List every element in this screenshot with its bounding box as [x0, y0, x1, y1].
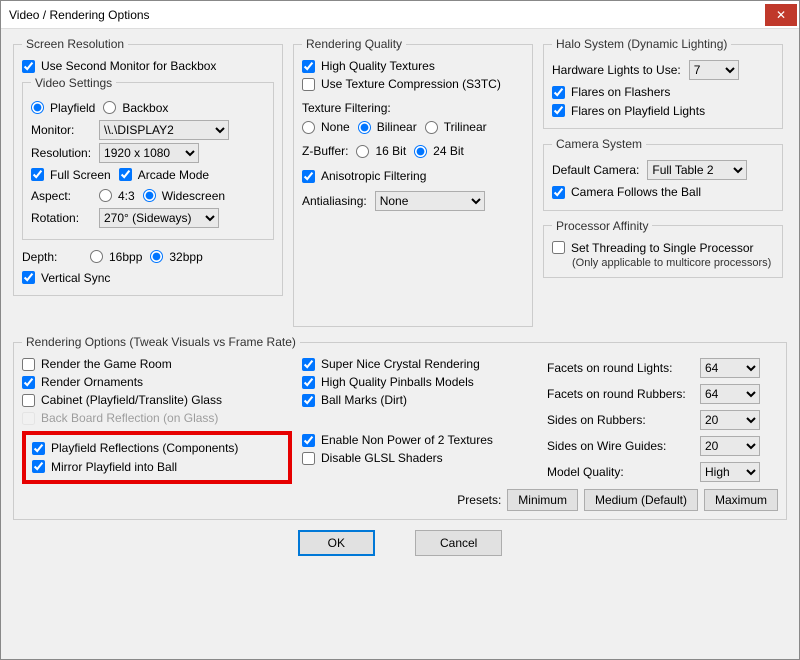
mirror-playfield-ball-checkbox[interactable]: Mirror Playfield into Ball [32, 460, 177, 474]
rendering-quality-legend: Rendering Quality [302, 37, 406, 51]
arcade-mode-checkbox[interactable]: Arcade Mode [119, 168, 209, 182]
depth-32-radio[interactable]: 32bpp [150, 250, 202, 264]
texture-compression-checkbox[interactable]: Use Texture Compression (S3TC) [302, 77, 524, 91]
hq-pinballs-checkbox[interactable]: High Quality Pinballs Models [302, 375, 537, 389]
tf-bilinear-radio[interactable]: Bilinear [358, 120, 417, 134]
zbuffer-label: Z-Buffer: [302, 144, 348, 158]
zb-24-radio[interactable]: 24 Bit [414, 144, 464, 158]
video-settings-legend: Video Settings [31, 76, 116, 90]
disable-glsl-checkbox[interactable]: Disable GLSL Shaders [302, 451, 537, 465]
flares-flashers-checkbox[interactable]: Flares on Flashers [552, 85, 670, 99]
titlebar: Video / Rendering Options ✕ [1, 1, 799, 29]
facets-rubbers-select[interactable]: 64 [700, 384, 760, 404]
antialiasing-label: Antialiasing: [302, 194, 367, 208]
processor-affinity-group: Processor Affinity Set Threading to Sing… [543, 219, 783, 279]
video-rendering-options-dialog: Video / Rendering Options ✕ Screen Resol… [0, 0, 800, 660]
cancel-button[interactable]: Cancel [415, 530, 502, 556]
facets-lights-label: Facets on round Lights: [547, 361, 692, 375]
preset-minimum-button[interactable]: Minimum [507, 489, 578, 511]
sides-wire-select[interactable]: 20 [700, 436, 760, 456]
crystal-rendering-checkbox[interactable]: Super Nice Crystal Rendering [302, 357, 537, 371]
render-ornaments-checkbox[interactable]: Render Ornaments [22, 375, 292, 389]
resolution-select[interactable]: 1920 x 1080 [99, 143, 199, 163]
anisotropic-checkbox[interactable]: Anisotropic Filtering [302, 169, 524, 183]
rotation-select[interactable]: 270° (Sideways) [99, 208, 219, 228]
halo-system-group: Halo System (Dynamic Lighting) Hardware … [543, 37, 783, 129]
cabinet-glass-checkbox[interactable]: Cabinet (Playfield/Translite) Glass [22, 393, 292, 407]
sides-rubbers-label: Sides on Rubbers: [547, 413, 692, 427]
flares-playfield-checkbox[interactable]: Flares on Playfield Lights [552, 104, 705, 118]
npot-textures-checkbox[interactable]: Enable Non Power of 2 Textures [302, 433, 537, 447]
video-settings-group: Video Settings Playfield Backbox Monitor… [22, 76, 274, 240]
playfield-radio[interactable]: Playfield [31, 101, 95, 115]
single-processor-checkbox[interactable]: Set Threading to Single Processor [552, 241, 754, 255]
screen-resolution-group: Screen Resolution Use Second Monitor for… [13, 37, 283, 296]
tf-trilinear-radio[interactable]: Trilinear [425, 120, 487, 134]
rendering-options-group: Rendering Options (Tweak Visuals vs Fram… [13, 335, 787, 520]
monitor-label: Monitor: [31, 123, 91, 137]
affinity-legend: Processor Affinity [552, 219, 652, 233]
close-icon: ✕ [776, 8, 786, 22]
ball-marks-checkbox[interactable]: Ball Marks (Dirt) [302, 393, 537, 407]
affinity-note: (Only applicable to multicore processors… [552, 257, 774, 269]
presets-label: Presets: [457, 493, 501, 507]
sides-rubbers-select[interactable]: 20 [700, 410, 760, 430]
preset-maximum-button[interactable]: Maximum [704, 489, 778, 511]
model-quality-select[interactable]: High [700, 462, 760, 482]
default-camera-label: Default Camera: [552, 163, 639, 177]
texture-filter-label: Texture Filtering: [302, 101, 524, 115]
ok-button[interactable]: OK [298, 530, 375, 556]
aspect-43-radio[interactable]: 4:3 [99, 189, 135, 203]
tf-none-radio[interactable]: None [302, 120, 350, 134]
hw-lights-label: Hardware Lights to Use: [552, 63, 681, 77]
model-quality-label: Model Quality: [547, 465, 692, 479]
default-camera-select[interactable]: Full Table 2 [647, 160, 747, 180]
playfield-reflections-checkbox[interactable]: Playfield Reflections (Components) [32, 441, 238, 455]
zb-16-radio[interactable]: 16 Bit [356, 144, 406, 158]
camera-system-group: Camera System Default Camera: Full Table… [543, 137, 783, 211]
aspect-label: Aspect: [31, 189, 91, 203]
use-second-monitor-checkbox[interactable]: Use Second Monitor for Backbox [22, 59, 216, 73]
rendering-quality-group: Rendering Quality High Quality Textures … [293, 37, 533, 327]
backbox-radio[interactable]: Backbox [103, 101, 168, 115]
highlight-box: Playfield Reflections (Components) Mirro… [22, 431, 292, 484]
hq-textures-checkbox[interactable]: High Quality Textures [302, 59, 524, 73]
screen-resolution-legend: Screen Resolution [22, 37, 128, 51]
hw-lights-select[interactable]: 7 [689, 60, 739, 80]
depth-16-radio[interactable]: 16bpp [90, 250, 142, 264]
window-title: Video / Rendering Options [9, 8, 765, 22]
aspect-wide-radio[interactable]: Widescreen [143, 189, 225, 203]
sides-wire-label: Sides on Wire Guides: [547, 439, 692, 453]
rendering-options-legend: Rendering Options (Tweak Visuals vs Fram… [22, 335, 300, 349]
resolution-label: Resolution: [31, 146, 91, 160]
facets-rubbers-label: Facets on round Rubbers: [547, 387, 692, 401]
close-button[interactable]: ✕ [765, 4, 797, 26]
facets-lights-select[interactable]: 64 [700, 358, 760, 378]
fullscreen-checkbox[interactable]: Full Screen [31, 168, 111, 182]
camera-follows-ball-checkbox[interactable]: Camera Follows the Ball [552, 185, 701, 199]
halo-legend: Halo System (Dynamic Lighting) [552, 37, 731, 51]
antialiasing-select[interactable]: None [375, 191, 485, 211]
depth-label: Depth: [22, 250, 82, 264]
rotation-label: Rotation: [31, 211, 91, 225]
backboard-reflection-checkbox: Back Board Reflection (on Glass) [22, 411, 292, 425]
camera-legend: Camera System [552, 137, 646, 151]
vsync-checkbox[interactable]: Vertical Sync [22, 271, 110, 285]
preset-medium-button[interactable]: Medium (Default) [584, 489, 698, 511]
monitor-select[interactable]: \\.\DISPLAY2 [99, 120, 229, 140]
render-game-room-checkbox[interactable]: Render the Game Room [22, 357, 292, 371]
